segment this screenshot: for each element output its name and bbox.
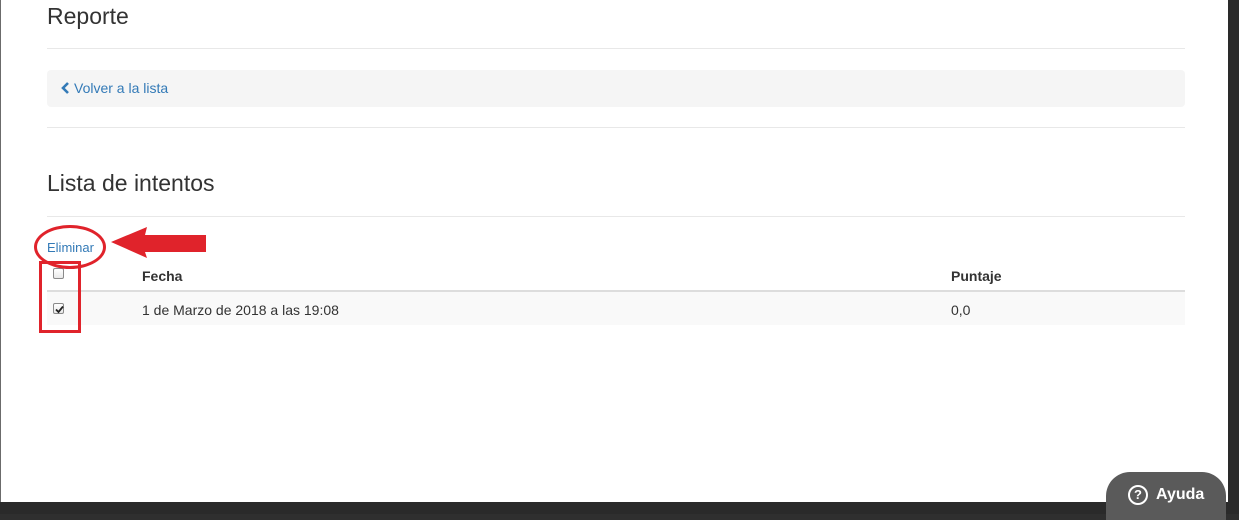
- back-to-list-link[interactable]: Volver a la lista: [61, 80, 168, 96]
- back-link-label: Volver a la lista: [74, 80, 169, 96]
- question-circle-icon: ?: [1128, 485, 1148, 505]
- annotation-rectangle: [39, 261, 81, 333]
- attempt-score: 0,0: [951, 302, 971, 318]
- chevron-left-icon: [61, 82, 69, 94]
- divider: [47, 127, 1185, 128]
- annotation-arrow-icon: [111, 227, 206, 258]
- column-header-date: Fecha: [142, 268, 183, 284]
- attempt-date: 1 de Marzo de 2018 a las 19:08: [142, 302, 339, 318]
- window-edge-right: [1228, 0, 1239, 514]
- divider: [47, 48, 1185, 49]
- page-panel: Reporte Volver a la lista Lista de inten…: [0, 0, 1228, 502]
- page-title: Reporte: [47, 3, 129, 29]
- help-label: Ayuda: [1156, 486, 1205, 503]
- window-edge-bottom: [0, 502, 1239, 514]
- column-header-score: Puntaje: [951, 268, 1002, 284]
- divider: [47, 216, 1185, 217]
- help-button[interactable]: ? Ayuda: [1106, 472, 1226, 520]
- breadcrumb: Volver a la lista: [47, 70, 1185, 107]
- section-title: Lista de intentos: [47, 170, 215, 196]
